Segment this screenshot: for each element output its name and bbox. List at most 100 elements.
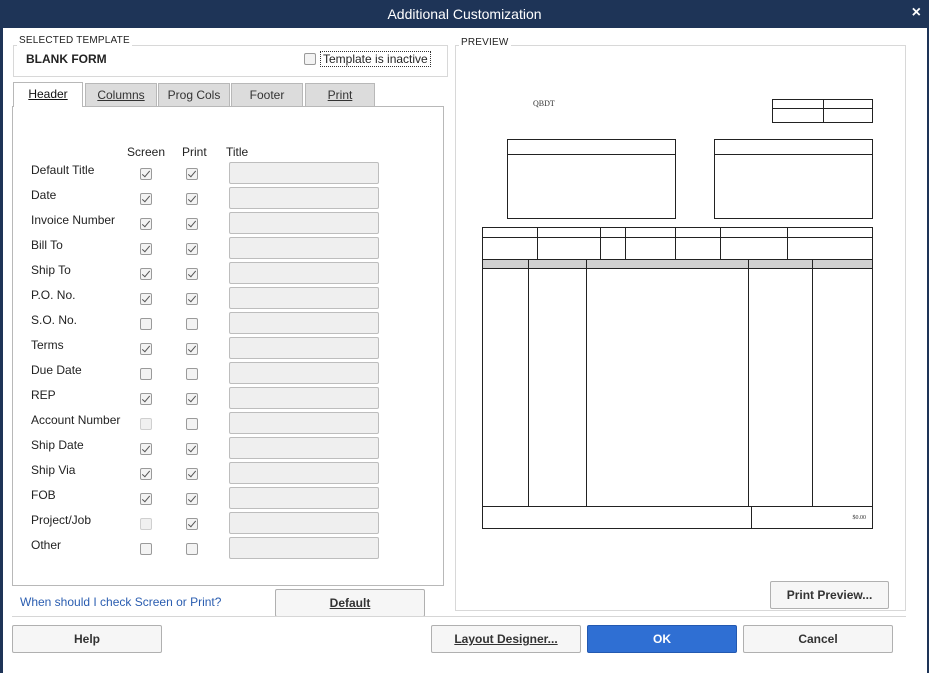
field-label-other: Other bbox=[31, 538, 62, 552]
field-label-ship-via: Ship Via bbox=[31, 463, 76, 477]
print-checkbox-terms[interactable] bbox=[186, 343, 198, 355]
field-label-account-number: Account Number bbox=[31, 413, 121, 427]
help-button[interactable]: Help bbox=[12, 625, 162, 653]
ship-to-box bbox=[714, 139, 873, 219]
field-label-date: Date bbox=[31, 188, 57, 202]
print-preview-button[interactable]: Print Preview... bbox=[770, 581, 889, 609]
title-field-invoice-number[interactable] bbox=[229, 212, 379, 234]
print-checkbox-bill-to[interactable] bbox=[186, 243, 198, 255]
preview-group: QBDT $0.00 bbox=[455, 45, 906, 611]
print-checkbox-ship-date[interactable] bbox=[186, 443, 198, 455]
tab-columns-label: Columns bbox=[97, 88, 145, 102]
title-field-fob[interactable] bbox=[229, 487, 379, 509]
print-checkbox-project-job[interactable] bbox=[186, 518, 198, 530]
window-title: Additional Customization bbox=[387, 6, 542, 22]
title-field-s-o-no[interactable] bbox=[229, 312, 379, 334]
tab-footer[interactable]: Footer bbox=[231, 83, 303, 106]
template-name: BLANK FORM bbox=[26, 52, 107, 66]
template-inactive-label: Template is inactive bbox=[320, 51, 431, 67]
tab-footer-label: Footer bbox=[249, 88, 285, 102]
screen-checkbox-project-job bbox=[140, 518, 152, 530]
title-field-ship-via[interactable] bbox=[229, 462, 379, 484]
title-field-default-title[interactable] bbox=[229, 162, 379, 184]
line-items-header bbox=[482, 259, 873, 269]
print-checkbox-ship-to[interactable] bbox=[186, 268, 198, 280]
screen-checkbox-other[interactable] bbox=[140, 543, 152, 555]
footer-divider bbox=[12, 616, 906, 617]
preview-company-name: QBDT bbox=[533, 99, 555, 108]
screen-checkbox-terms[interactable] bbox=[140, 343, 152, 355]
invoice-preview: QBDT $0.00 bbox=[482, 99, 873, 529]
print-checkbox-date[interactable] bbox=[186, 193, 198, 205]
date-invoice-box bbox=[772, 99, 873, 123]
field-label-fob: FOB bbox=[31, 488, 56, 502]
screen-checkbox-ship-date[interactable] bbox=[140, 443, 152, 455]
field-label-terms: Terms bbox=[31, 338, 64, 352]
title-column-header: Title bbox=[226, 145, 249, 159]
title-field-date[interactable] bbox=[229, 187, 379, 209]
field-label-rep: REP bbox=[31, 388, 56, 402]
field-label-ship-date: Ship Date bbox=[31, 438, 84, 452]
print-checkbox-other[interactable] bbox=[186, 543, 198, 555]
selected-template-heading: SELECTED TEMPLATE bbox=[17, 35, 132, 46]
field-label-ship-to: Ship To bbox=[31, 263, 71, 277]
template-inactive-toggle[interactable]: Template is inactive bbox=[304, 51, 431, 67]
print-checkbox-rep[interactable] bbox=[186, 393, 198, 405]
title-field-rep[interactable] bbox=[229, 387, 379, 409]
customization-dialog: SELECTED TEMPLATE BLANK FORM Template is… bbox=[3, 28, 927, 673]
print-checkbox-account-number[interactable] bbox=[186, 418, 198, 430]
title-field-other[interactable] bbox=[229, 537, 379, 559]
field-label-s-o-no: S.O. No. bbox=[31, 313, 78, 327]
line-items-table bbox=[482, 259, 873, 507]
screen-checkbox-ship-to[interactable] bbox=[140, 268, 152, 280]
title-field-terms[interactable] bbox=[229, 337, 379, 359]
default-button[interactable]: Default bbox=[275, 589, 425, 617]
tab-columns[interactable]: Columns bbox=[85, 83, 157, 106]
screen-checkbox-rep[interactable] bbox=[140, 393, 152, 405]
title-field-project-job[interactable] bbox=[229, 512, 379, 534]
print-checkbox-s-o-no[interactable] bbox=[186, 318, 198, 330]
screen-checkbox-bill-to[interactable] bbox=[140, 243, 152, 255]
screen-checkbox-ship-via[interactable] bbox=[140, 468, 152, 480]
screen-print-help-link[interactable]: When should I check Screen or Print? bbox=[20, 595, 221, 609]
title-field-account-number[interactable] bbox=[229, 412, 379, 434]
print-checkbox-invoice-number[interactable] bbox=[186, 218, 198, 230]
tab-header[interactable]: Header bbox=[13, 82, 83, 107]
field-label-due-date: Due Date bbox=[31, 363, 82, 377]
tab-print-label: Print bbox=[327, 88, 353, 102]
field-label-invoice-number: Invoice Number bbox=[31, 213, 116, 227]
screen-checkbox-default-title[interactable] bbox=[140, 168, 152, 180]
screen-checkbox-p-o-no[interactable] bbox=[140, 293, 152, 305]
print-checkbox-due-date[interactable] bbox=[186, 368, 198, 380]
layout-designer-label: Layout Designer... bbox=[454, 632, 558, 646]
title-field-due-date[interactable] bbox=[229, 362, 379, 384]
preview-total-value: $0.00 bbox=[853, 514, 867, 521]
print-checkbox-fob[interactable] bbox=[186, 493, 198, 505]
title-field-p-o-no[interactable] bbox=[229, 287, 379, 309]
screen-checkbox-s-o-no[interactable] bbox=[140, 318, 152, 330]
title-field-ship-to[interactable] bbox=[229, 262, 379, 284]
title-bar: Additional Customization × bbox=[0, 0, 929, 28]
preview-heading: PREVIEW bbox=[459, 37, 511, 48]
print-checkbox-p-o-no[interactable] bbox=[186, 293, 198, 305]
ok-button[interactable]: OK bbox=[587, 625, 737, 653]
screen-checkbox-date[interactable] bbox=[140, 193, 152, 205]
tab-prog-cols[interactable]: Prog Cols bbox=[158, 83, 230, 106]
screen-checkbox-due-date[interactable] bbox=[140, 368, 152, 380]
title-field-bill-to[interactable] bbox=[229, 237, 379, 259]
cancel-button[interactable]: Cancel bbox=[743, 625, 893, 653]
screen-checkbox-fob[interactable] bbox=[140, 493, 152, 505]
header-fields-strip bbox=[482, 227, 873, 260]
print-checkbox-default-title[interactable] bbox=[186, 168, 198, 180]
tab-header-label: Header bbox=[28, 87, 68, 101]
default-button-label: Default bbox=[329, 596, 371, 610]
screen-checkbox-invoice-number[interactable] bbox=[140, 218, 152, 230]
field-label-bill-to: Bill To bbox=[31, 238, 63, 252]
title-field-ship-date[interactable] bbox=[229, 437, 379, 459]
layout-designer-button[interactable]: Layout Designer... bbox=[431, 625, 581, 653]
tab-print[interactable]: Print bbox=[305, 83, 375, 106]
print-checkbox-ship-via[interactable] bbox=[186, 468, 198, 480]
total-row bbox=[482, 506, 873, 529]
template-inactive-checkbox[interactable] bbox=[304, 53, 316, 65]
close-icon[interactable]: × bbox=[912, 4, 921, 22]
